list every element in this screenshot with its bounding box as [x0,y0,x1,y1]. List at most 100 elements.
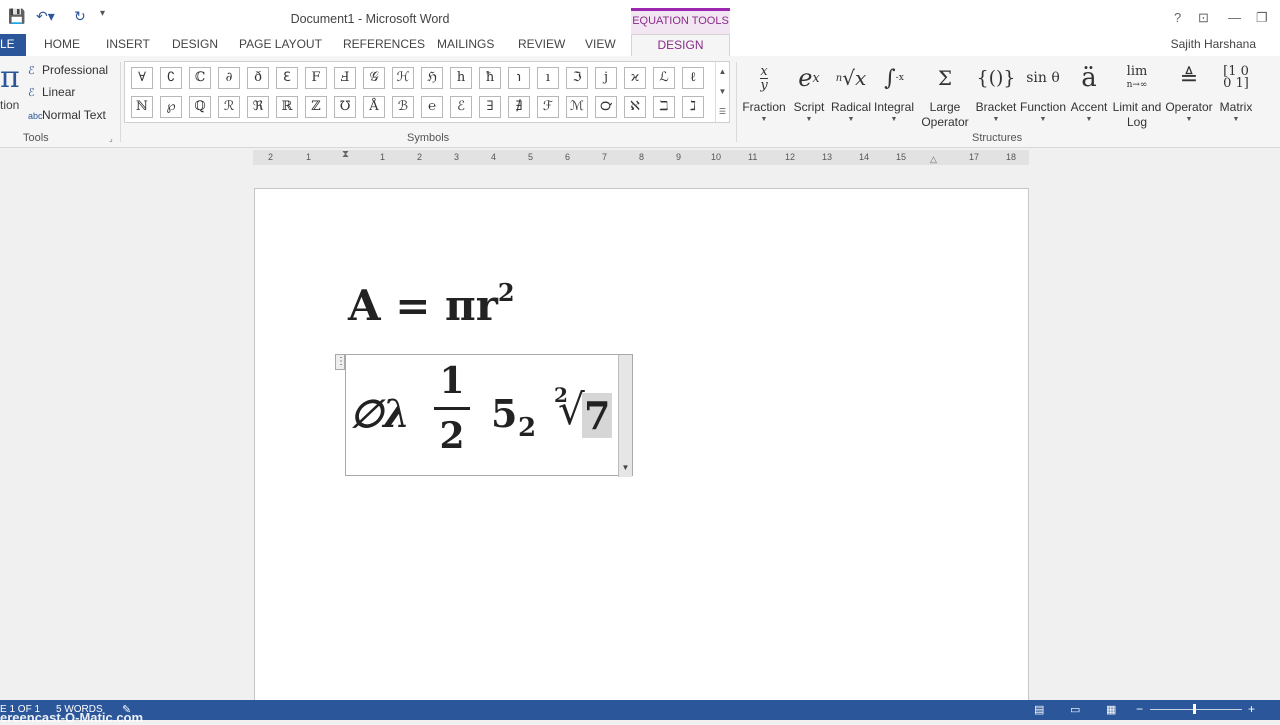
horizontal-ruler[interactable]: 2 1 1 2 3 4 5 6 7 8 9 10 11 12 13 14 15 … [253,149,1029,165]
tab-view[interactable]: VIEW [585,37,616,51]
symbol-button[interactable]: ℩ [508,67,530,89]
limit-and-log-button[interactable]: lim n→∞ Limit and Log [1110,56,1164,130]
help-icon[interactable]: ? [1174,10,1181,25]
function-button[interactable]: sin θ Function ▼ [1018,56,1068,124]
tab-insert[interactable]: INSERT [106,37,150,51]
symbol-button[interactable]: ı [537,67,559,89]
gallery-scroll-up-icon[interactable]: ▲ [715,62,729,82]
symbol-button[interactable]: Ⅎ [334,67,356,89]
symbol-button[interactable]: ℺ [595,96,617,118]
large-operator-button[interactable]: Σ Large Operator [918,56,972,130]
symbol-button[interactable]: ℰ [450,96,472,118]
indent-marker-icon[interactable]: ⧗ [342,149,349,160]
symbol-button[interactable]: ℱ [537,96,559,118]
professional-option[interactable]: ℰ Professional [28,63,108,77]
symbol-button[interactable]: ℬ [392,96,414,118]
symbol-button[interactable]: ∂ [218,67,240,89]
symbol-button[interactable]: Å [363,96,385,118]
chevron-down-icon: ▼ [847,116,855,123]
gallery-more-icon[interactable]: ☰ [715,102,729,122]
integral-button[interactable]: ∫ -x Integral ▼ [872,56,916,124]
matrix-icon: [1 00 1] [1223,64,1249,91]
radicand-selected[interactable]: 7 [582,393,613,438]
symbol-button[interactable]: ℂ [189,67,211,89]
chevron-down-icon: ▼ [890,116,898,123]
restore-icon[interactable]: ❐ [1256,10,1268,26]
large-operator-icon: Σ [937,66,953,90]
tab-review[interactable]: REVIEW [518,37,565,51]
symbol-button[interactable]: ð [247,67,269,89]
symbol-button[interactable]: ℌ [421,67,443,89]
equation-options-dropdown-icon[interactable]: ▼ [618,355,632,477]
symbol-button[interactable]: ℇ [276,67,298,89]
read-mode-icon[interactable]: ▤ [1034,703,1044,716]
bracket-button[interactable]: {()} Bracket ▼ [974,56,1018,124]
linear-option[interactable]: ℰ Linear [28,85,75,99]
tab-design[interactable]: DESIGN [172,37,218,51]
equation-pi-icon[interactable]: π [0,60,20,95]
symbol-button[interactable]: ℮ [421,96,443,118]
document-page[interactable]: A = πr2 ⋮ ∅λ 1 2 5 2 2 √ 7 ▼ [254,188,1029,708]
symbol-button[interactable]: ∃ [479,96,501,118]
tools-dialog-launcher-icon[interactable]: ⌟ [109,134,113,143]
fraction-button[interactable]: xy Fraction ▼ [740,56,788,124]
symbol-button[interactable]: ℶ [653,96,675,118]
symbol-button[interactable]: ℘ [160,96,182,118]
radical-button[interactable]: n √x Radical ▼ [830,56,872,124]
zoom-slider[interactable] [1150,709,1242,710]
symbol-button[interactable]: 𝒢 [363,67,385,89]
bracket-icon: {()} [976,67,1016,89]
tab-equation-design[interactable]: DESIGN [631,34,730,57]
script-button[interactable]: ex Script ▼ [790,56,828,124]
equation-handle-icon[interactable]: ⋮ [335,354,346,370]
symbol-button[interactable]: ℛ [218,96,240,118]
symbol-button[interactable]: F [305,67,327,89]
symbol-button[interactable]: ∄ [508,96,530,118]
symbol-button[interactable]: ∀ [131,67,153,89]
chevron-down-icon: ▼ [992,116,1000,123]
accent-button[interactable]: ä Accent ▼ [1068,56,1110,124]
symbol-button[interactable]: ℓ [682,67,704,89]
symbol-button[interactable]: ℤ [305,96,327,118]
tab-file[interactable]: LE [0,34,26,56]
symbol-button[interactable]: h [450,67,472,89]
user-account[interactable]: Sajith Harshana [1171,37,1256,51]
symbol-button[interactable]: ∁ [160,67,182,89]
equation-editing-box[interactable]: ∅λ 1 2 5 2 2 √ 7 ▼ [345,354,633,477]
symbol-button[interactable]: ϰ [624,67,646,89]
symbol-button[interactable]: ℑ [566,67,588,89]
minimize-icon[interactable]: — [1228,10,1241,25]
matrix-button[interactable]: [1 00 1] Matrix ▼ [1214,56,1258,124]
tab-references[interactable]: REFERENCES [343,37,425,51]
fraction-icon: xy [760,63,768,93]
zoom-in-icon[interactable]: + [1248,702,1255,716]
normal-text-option[interactable]: abcNormal Text [28,108,106,122]
symbol-button[interactable]: ħ [479,67,501,89]
symbol-button[interactable]: ℷ [682,96,704,118]
symbol-button[interactable]: ℕ [131,96,153,118]
symbol-button[interactable]: ℧ [334,96,356,118]
print-layout-icon[interactable]: ▭ [1070,703,1080,716]
ruler-numbers: 2 1 1 2 3 4 5 6 7 8 9 10 11 12 13 14 15 … [268,152,1017,162]
symbol-button[interactable]: ℳ [566,96,588,118]
symbol-button[interactable]: ℜ [247,96,269,118]
equation-area-formula[interactable]: A = πr2 [348,278,515,330]
right-indent-marker-icon[interactable]: △ [930,154,937,165]
zoom-slider-thumb[interactable] [1193,704,1196,714]
symbol-button[interactable]: ℒ [653,67,675,89]
symbol-button[interactable]: ℵ [624,96,646,118]
ribbon-display-icon[interactable]: ⊡ [1198,10,1209,26]
symbol-button[interactable]: ℋ [392,67,414,89]
equation-button-label[interactable]: tion [0,98,19,112]
symbol-gallery: ∀ ∁ ℂ ∂ ð ℇ F Ⅎ 𝒢 ℋ ℌ h ħ ℩ ı ℑ j ϰ ℒ ℓ … [124,61,730,123]
gallery-scroll-down-icon[interactable]: ▼ [715,82,729,102]
symbol-button[interactable]: ℚ [189,96,211,118]
tab-home[interactable]: HOME [44,37,80,51]
symbol-button[interactable]: j [595,67,617,89]
operator-button[interactable]: ≜ Operator ▼ [1164,56,1214,124]
tab-page-layout[interactable]: PAGE LAYOUT [239,37,322,51]
tab-mailings[interactable]: MAILINGS [437,37,494,51]
web-layout-icon[interactable]: ▦ [1106,703,1116,716]
symbol-button[interactable]: ℝ [276,96,298,118]
zoom-out-icon[interactable]: − [1136,702,1143,716]
